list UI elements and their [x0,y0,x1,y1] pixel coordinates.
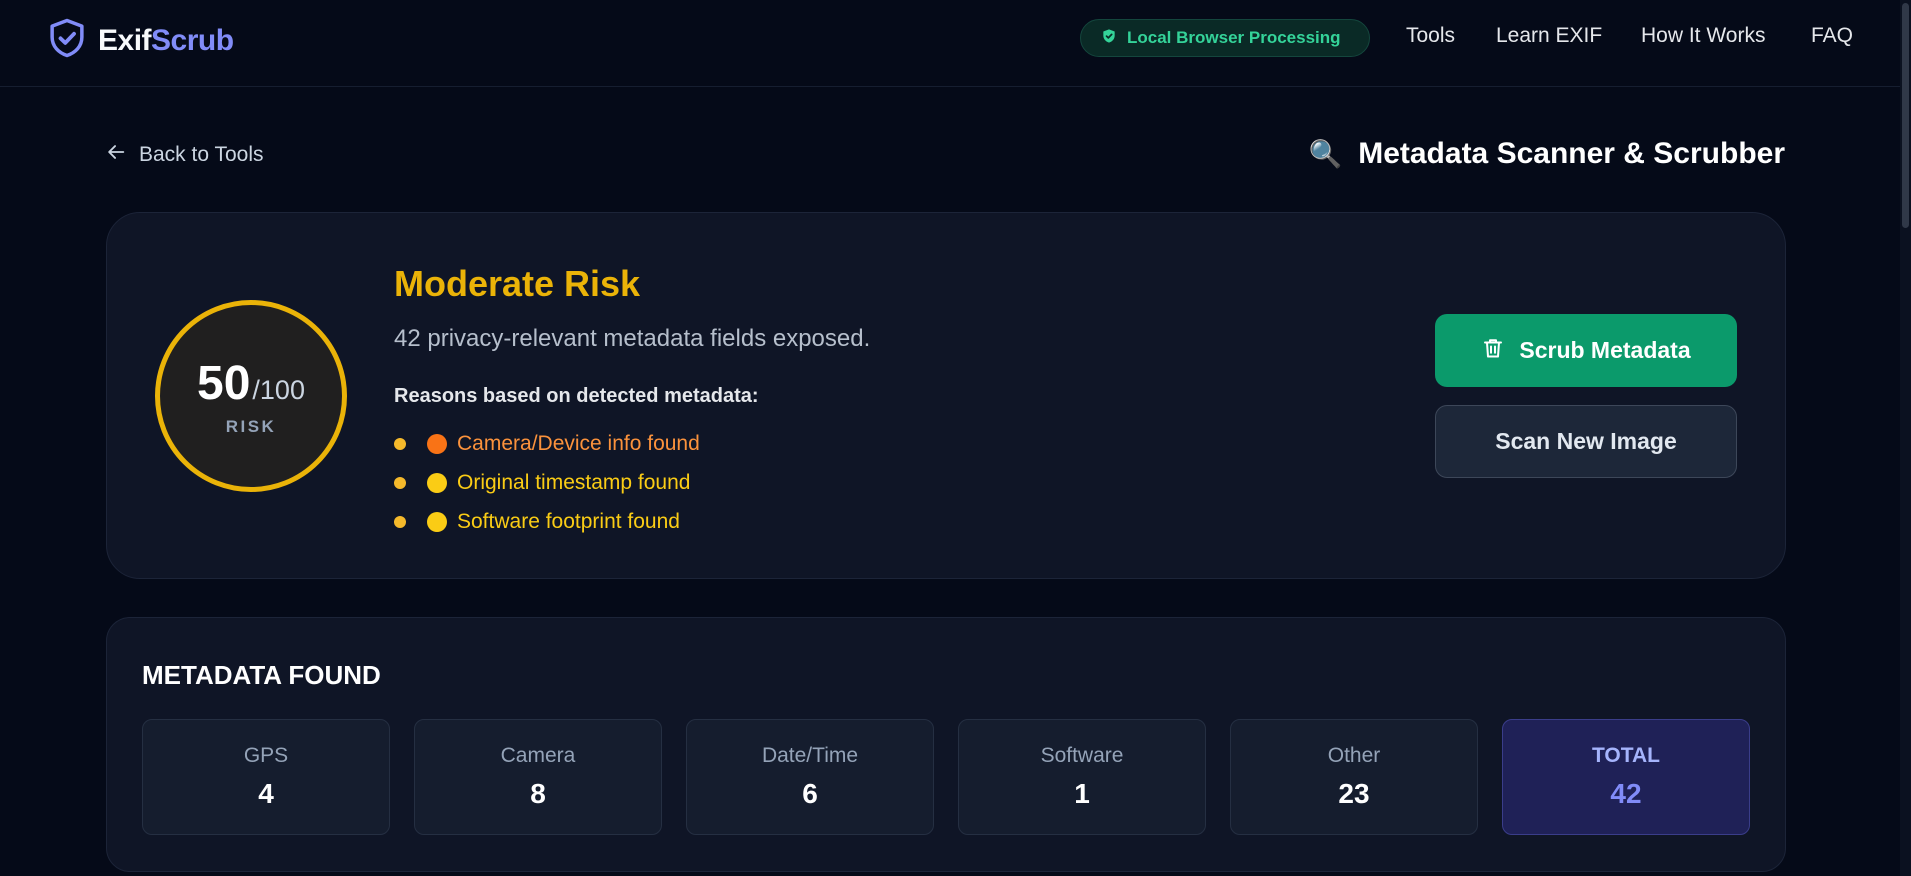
back-to-tools-link[interactable]: Back to Tools [105,141,264,169]
tile-value: 8 [530,778,546,809]
reasons-list: Camera/Device info found Original timest… [394,424,700,541]
yellow-circle-icon [427,511,447,532]
tile-value: 4 [258,778,274,809]
reason-text: Camera/Device info found [457,431,700,455]
tile-label: GPS [243,744,289,767]
reason-item: Original timestamp found [394,463,700,502]
metadata-tile-total: TOTAL 42 [1502,719,1750,835]
metadata-tile-gps: GPS 4 [142,719,390,835]
tile-value: 1 [1074,778,1090,809]
nav-link-how-it-works[interactable]: How It Works [1641,24,1765,48]
tile-label: Software [1040,744,1124,767]
risk-score-gauge: 50 /100 RISK [155,300,347,492]
brand-logo[interactable]: ExifScrub [46,17,234,64]
shield-check-icon [1101,28,1117,49]
magnifier-icon: 🔍 [1308,139,1343,169]
tile-value: 23 [1338,778,1370,809]
scrub-metadata-button[interactable]: Scrub Metadata [1435,314,1737,387]
page-header: 🔍 Metadata Scanner & Scrubber [1309,137,1785,171]
risk-score-max: /100 [252,374,305,405]
tile-label: TOTAL [1591,744,1661,767]
list-bullet [394,515,406,528]
tile-value: 6 [802,778,818,809]
scrollbar-thumb[interactable] [1902,3,1909,228]
metadata-tiles: GPS 4 Camera 8 Date/Time 6 Software 1 Ot… [142,719,1750,835]
top-header: ExifScrub Local Browser Processing Tools… [0,0,1900,87]
brand-name: ExifScrub [98,24,234,58]
risk-score-label: RISK [225,416,277,436]
back-link-label: Back to Tools [139,143,264,166]
scrub-button-label: Scrub Metadata [1519,337,1691,363]
nav-link-faq[interactable]: FAQ [1811,24,1853,48]
page: ExifScrub Local Browser Processing Tools… [0,0,1911,876]
local-processing-badge: Local Browser Processing [1080,19,1370,57]
list-bullet [394,437,406,450]
tile-label: Other [1327,744,1381,767]
metadata-tile-software: Software 1 [958,719,1206,835]
brand-name-suffix: Scrub [151,23,234,57]
arrow-left-icon [105,141,127,169]
metadata-found-card: METADATA FOUND GPS 4 Camera 8 Date/Time … [106,617,1786,872]
trash-icon [1481,336,1505,366]
nav-link-learn-exif[interactable]: Learn EXIF [1496,24,1602,48]
tile-value: 42 [1610,778,1642,809]
shield-check-icon [46,17,88,64]
list-bullet [394,476,406,489]
reasons-heading: Reasons based on detected metadata: [394,385,759,407]
nav-link-tools[interactable]: Tools [1406,24,1455,48]
risk-summary-text: 42 privacy-relevant metadata fields expo… [394,325,871,352]
brand-name-prefix: Exif [98,23,152,57]
risk-score-value: 50 [197,356,251,410]
risk-summary-card: 50 /100 RISK Moderate Risk 42 privacy-re… [106,212,1786,579]
yellow-circle-icon [427,472,447,493]
risk-score-row: 50 /100 [197,356,305,411]
page-title: Metadata Scanner & Scrubber [1358,137,1785,170]
metadata-heading: METADATA FOUND [142,660,381,690]
tile-label: Camera [500,744,576,767]
reason-item: Camera/Device info found [394,424,700,463]
metadata-tile-datetime: Date/Time 6 [686,719,934,835]
reason-text: Original timestamp found [457,470,691,494]
badge-label: Local Browser Processing [1127,28,1341,47]
page-scrollbar[interactable] [1900,0,1911,876]
risk-level-title: Moderate Risk [394,263,641,304]
metadata-tile-other: Other 23 [1230,719,1478,835]
tile-label: Date/Time [761,744,859,767]
scan-new-image-button[interactable]: Scan New Image [1435,405,1737,478]
orange-circle-icon [427,433,447,454]
metadata-tile-camera: Camera 8 [414,719,662,835]
reason-item: Software footprint found [394,502,700,541]
reason-text: Software footprint found [457,509,680,533]
